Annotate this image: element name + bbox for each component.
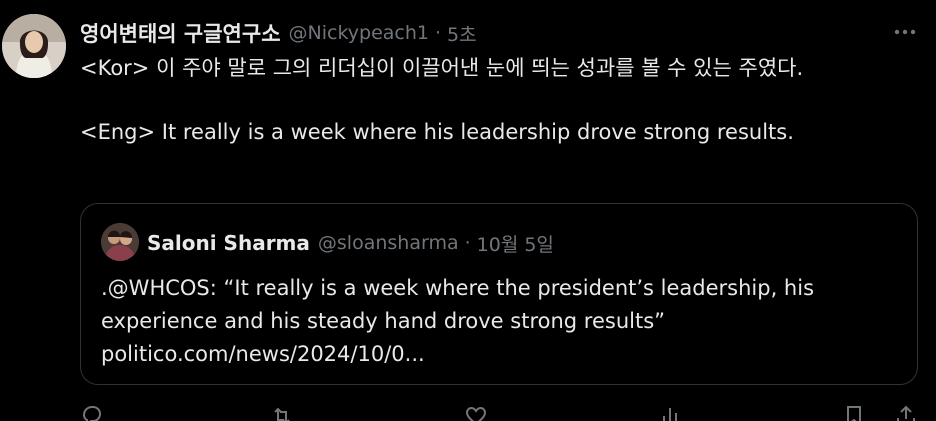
like-icon[interactable]	[464, 404, 488, 421]
author-handle[interactable]: @Nickypeach1	[289, 22, 429, 44]
action-bar	[80, 404, 920, 421]
tweet-text-english: <Eng> It really is a week where his lead…	[80, 120, 794, 144]
quoted-body: .@WHCOS: “It really is a week where the …	[101, 272, 901, 371]
bookmark-icon[interactable]	[842, 404, 866, 421]
quoted-link[interactable]: politico.com/news/2024/10/0...	[101, 338, 901, 371]
quoted-timestamp[interactable]: 10월 5일	[477, 230, 554, 257]
quoted-header-separator: ·	[464, 232, 471, 254]
header-separator: ·	[435, 22, 442, 44]
quoted-author-handle[interactable]: @sloansharma	[318, 232, 459, 254]
quoted-text: .@WHCOS: “It really is a week where the …	[101, 276, 815, 333]
quoted-avatar[interactable]	[101, 223, 139, 261]
tweet-header: 영어변태의 구글연구소 @Nickypeach1 · 5초	[80, 18, 477, 48]
tweet-body: <Kor> 이 주야 말로 그의 리더십이 이끌어낸 눈에 띄는 성과를 볼 수…	[80, 52, 916, 148]
more-dots-icon[interactable]	[892, 22, 918, 42]
quoted-tweet[interactable]: Saloni Sharma @sloansharma · 10월 5일 .@WH…	[80, 203, 918, 385]
avatar[interactable]	[2, 14, 66, 78]
author-name[interactable]: 영어변태의 구글연구소	[80, 18, 281, 48]
quoted-author-name[interactable]: Saloni Sharma	[147, 231, 310, 255]
reply-icon[interactable]	[80, 404, 104, 421]
tweet-timestamp[interactable]: 5초	[447, 20, 477, 47]
retweet-icon[interactable]	[270, 404, 294, 421]
tweet-text-korean: <Kor> 이 주야 말로 그의 리더십이 이끌어낸 눈에 띄는 성과를 볼 수…	[80, 56, 804, 80]
tweet[interactable]: 영어변태의 구글연구소 @Nickypeach1 · 5초 <Kor> 이 주야…	[0, 0, 936, 421]
share-icon[interactable]	[894, 404, 918, 421]
quoted-header: Saloni Sharma @sloansharma · 10월 5일	[147, 228, 554, 258]
views-icon[interactable]	[658, 404, 682, 421]
